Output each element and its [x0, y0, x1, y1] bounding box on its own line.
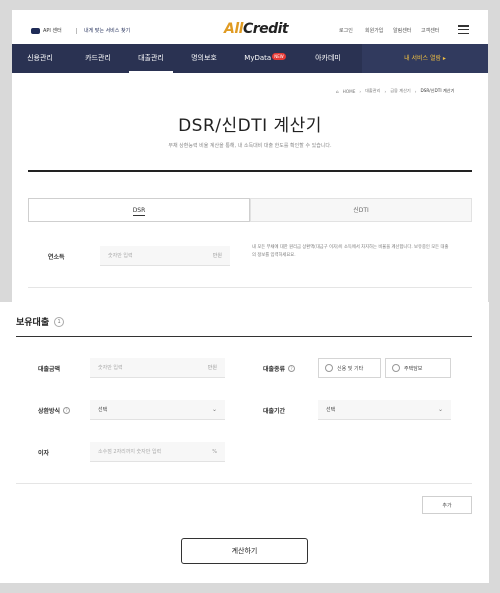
amount-input[interactable]: 숫자만 입력 만원: [90, 358, 225, 378]
service-finder-link[interactable]: 내게 맞는 서비스 찾기: [76, 27, 130, 34]
tab-new-dti[interactable]: 신DTI: [250, 198, 472, 222]
radio-mortgage[interactable]: 주택담보: [385, 358, 451, 378]
income-input[interactable]: 숫자만 입력 만원: [100, 246, 230, 266]
repay-select[interactable]: 선택 ⌄: [90, 400, 225, 420]
loan-type-label: 대출종류 ?: [263, 364, 296, 373]
repay-label: 상환방식 ?: [38, 406, 71, 415]
radio-icon: [392, 364, 400, 372]
divider: [76, 27, 77, 34]
api-icon: [31, 27, 40, 34]
period-select[interactable]: 선택 ⌄: [318, 400, 451, 420]
rate-input[interactable]: 소수점 2자리까지 숫자만 입력 %: [90, 442, 225, 462]
main-nav: 신용관리 카드관리 대출관리 명의보호 MyData NEW 아카데미 내 서비스…: [12, 44, 488, 73]
page-title: DSR/신DTI 계산기: [178, 116, 322, 136]
income-note: 내 모든 부채에 대한 원리금 상환액(대금구 이자)이 소득에서 차지하는 비…: [252, 245, 449, 258]
nav-academy[interactable]: 아카데미: [304, 44, 352, 73]
breadcrumb: ⌂ HOME › 대출관리 › 금융 계산기 › DSR/신DTI 계산기: [336, 88, 455, 94]
nav-loan[interactable]: 대출관리: [129, 44, 173, 73]
util-notice[interactable]: 알림센터: [393, 27, 411, 34]
help-icon[interactable]: ?: [63, 407, 71, 414]
chevron-down-icon: ⌄: [211, 406, 217, 413]
util-signup[interactable]: 회원가입: [365, 27, 383, 34]
loans-section-title: 보유대출 1: [16, 315, 65, 328]
calculate-button[interactable]: 계산하기: [181, 538, 308, 564]
nav-credit[interactable]: 신용관리: [16, 44, 64, 73]
income-label: 연소득: [48, 254, 65, 261]
rate-label: 이자: [38, 450, 50, 457]
util-login[interactable]: 로그인: [339, 27, 353, 34]
util-support[interactable]: 고객센터: [421, 27, 439, 34]
logo[interactable]: AllCredit: [224, 21, 289, 37]
divider: [28, 287, 472, 288]
help-icon[interactable]: ?: [288, 365, 296, 372]
api-center-link[interactable]: API 센터: [31, 27, 62, 34]
loan-count-badge: 1: [54, 316, 65, 327]
nav-mydata[interactable]: MyData NEW: [234, 44, 296, 73]
radio-icon: [325, 364, 333, 372]
radio-credit[interactable]: 신용 및 기타: [318, 358, 381, 378]
amount-label: 대출금액: [38, 366, 61, 373]
chevron-down-icon: ⌄: [437, 406, 443, 413]
new-badge: NEW: [272, 53, 286, 60]
divider: [16, 483, 472, 484]
page-subtitle: 부채 상환능력 비율 계산을 통해, 내 소득대비 대출 한도를 확인할 수 있…: [168, 143, 332, 149]
menu-icon[interactable]: [458, 25, 469, 34]
home-icon[interactable]: ⌂: [336, 89, 339, 94]
period-label: 대출기간: [263, 408, 286, 415]
nav-card[interactable]: 카드관리: [74, 44, 122, 73]
my-service-button[interactable]: 내 서비스 열람 ▸: [362, 44, 488, 73]
title-divider: [28, 170, 472, 172]
add-loan-button[interactable]: 추가: [422, 496, 472, 514]
nav-identity[interactable]: 명의보호: [180, 44, 228, 73]
tab-dsr[interactable]: DSR: [28, 198, 250, 222]
section-divider: [16, 336, 472, 338]
